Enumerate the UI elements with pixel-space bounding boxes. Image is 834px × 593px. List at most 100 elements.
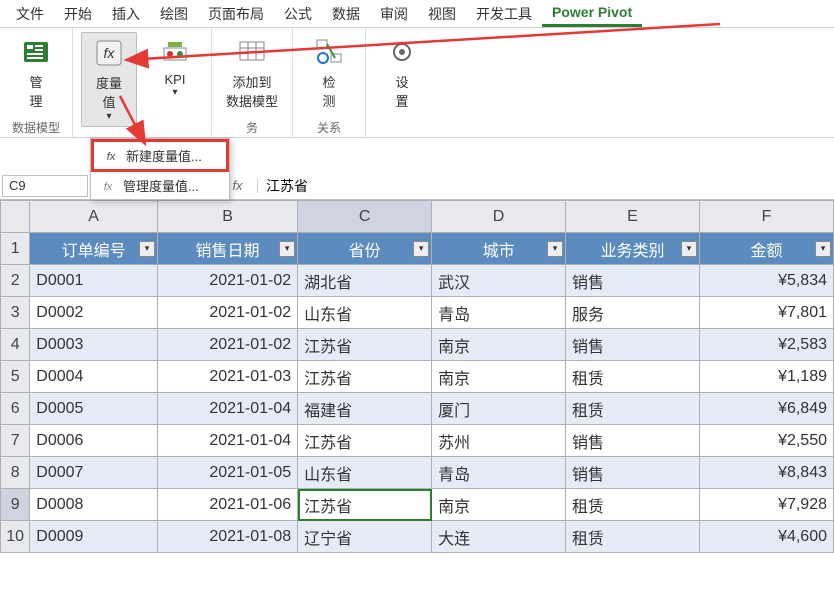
row-header[interactable]: 7 [1, 425, 30, 457]
row-header[interactable]: 9 [1, 489, 30, 521]
row-header[interactable]: 5 [1, 361, 30, 393]
header-city[interactable]: 城市▾ [432, 233, 566, 265]
col-header-C[interactable]: C [298, 201, 432, 233]
cell-order-id[interactable]: D0003 [30, 329, 158, 361]
cell-order-id[interactable]: D0004 [30, 361, 158, 393]
new-measure-item[interactable]: fx 新建度量值... [91, 139, 229, 172]
cell-type[interactable]: 销售 [566, 265, 700, 297]
col-header-B[interactable]: B [157, 201, 297, 233]
cell-city[interactable]: 厦门 [432, 393, 566, 425]
cell-type[interactable]: 服务 [566, 297, 700, 329]
kpi-button[interactable]: KPI ▾ [147, 32, 203, 102]
cell-province[interactable]: 山东省 [298, 457, 432, 489]
header-biz-type[interactable]: 业务类别▾ [566, 233, 700, 265]
menu-page-layout[interactable]: 页面布局 [198, 0, 274, 28]
cell-province[interactable]: 辽宁省 [298, 521, 432, 553]
cell-amount[interactable]: ¥7,928 [699, 489, 833, 521]
add-to-model-button[interactable]: 添加到 数据模型 [220, 32, 284, 114]
cell-province[interactable]: 湖北省 [298, 265, 432, 297]
col-header-E[interactable]: E [566, 201, 700, 233]
filter-icon[interactable]: ▾ [547, 241, 563, 257]
cell-date[interactable]: 2021-01-08 [157, 521, 297, 553]
menu-review[interactable]: 审阅 [370, 0, 418, 28]
cell-amount[interactable]: ¥6,849 [699, 393, 833, 425]
cell-city[interactable]: 南京 [432, 489, 566, 521]
cell-order-id[interactable]: D0005 [30, 393, 158, 425]
cell-date[interactable]: 2021-01-04 [157, 425, 297, 457]
cell-date[interactable]: 2021-01-04 [157, 393, 297, 425]
cell-type[interactable]: 租赁 [566, 393, 700, 425]
formula-input[interactable] [258, 175, 834, 197]
cell-type[interactable]: 销售 [566, 425, 700, 457]
row-header[interactable]: 6 [1, 393, 30, 425]
menu-developer[interactable]: 开发工具 [466, 0, 542, 28]
cell-date[interactable]: 2021-01-02 [157, 265, 297, 297]
row-header[interactable]: 3 [1, 297, 30, 329]
cell-order-id[interactable]: D0001 [30, 265, 158, 297]
cell-province[interactable]: 江苏省 [298, 489, 432, 521]
cell-date[interactable]: 2021-01-05 [157, 457, 297, 489]
header-order-id[interactable]: 订单编号▾ [30, 233, 158, 265]
measure-button[interactable]: fx 度量 值 ▾ [81, 32, 137, 127]
row-header-1[interactable]: 1 [1, 233, 30, 265]
menu-power-pivot[interactable]: Power Pivot [542, 0, 642, 27]
cell-order-id[interactable]: D0009 [30, 521, 158, 553]
filter-icon[interactable]: ▾ [681, 241, 697, 257]
cell-province[interactable]: 江苏省 [298, 425, 432, 457]
col-header-A[interactable]: A [30, 201, 158, 233]
cell-province[interactable]: 江苏省 [298, 329, 432, 361]
cell-province[interactable]: 江苏省 [298, 361, 432, 393]
col-header-D[interactable]: D [432, 201, 566, 233]
cell-amount[interactable]: ¥4,600 [699, 521, 833, 553]
row-header[interactable]: 4 [1, 329, 30, 361]
cell-province[interactable]: 山东省 [298, 297, 432, 329]
cell-type[interactable]: 销售 [566, 329, 700, 361]
cell-date[interactable]: 2021-01-03 [157, 361, 297, 393]
cell-city[interactable]: 南京 [432, 329, 566, 361]
cell-city[interactable]: 苏州 [432, 425, 566, 457]
cell-type[interactable]: 租赁 [566, 521, 700, 553]
row-header[interactable]: 10 [1, 521, 30, 553]
cell-province[interactable]: 福建省 [298, 393, 432, 425]
filter-icon[interactable]: ▾ [413, 241, 429, 257]
cell-type[interactable]: 租赁 [566, 361, 700, 393]
detect-button[interactable]: 检 测 [301, 32, 357, 114]
cell-city[interactable]: 南京 [432, 361, 566, 393]
name-box[interactable]: C9 [2, 175, 88, 197]
cell-city[interactable]: 武汉 [432, 265, 566, 297]
filter-icon[interactable]: ▾ [279, 241, 295, 257]
row-header[interactable]: 8 [1, 457, 30, 489]
cell-date[interactable]: 2021-01-02 [157, 297, 297, 329]
manage-measure-item[interactable]: fx 管理度量值... [91, 172, 229, 199]
row-header[interactable]: 2 [1, 265, 30, 297]
filter-icon[interactable]: ▾ [815, 241, 831, 257]
cell-order-id[interactable]: D0007 [30, 457, 158, 489]
cell-order-id[interactable]: D0006 [30, 425, 158, 457]
cell-order-id[interactable]: D0008 [30, 489, 158, 521]
header-province[interactable]: 省份▾ [298, 233, 432, 265]
cell-type[interactable]: 租赁 [566, 489, 700, 521]
menu-draw[interactable]: 绘图 [150, 0, 198, 28]
manage-button[interactable]: 管 理 [8, 32, 64, 114]
cell-type[interactable]: 销售 [566, 457, 700, 489]
col-header-F[interactable]: F [699, 201, 833, 233]
cell-city[interactable]: 大连 [432, 521, 566, 553]
menu-file[interactable]: 文件 [6, 0, 54, 28]
menu-view[interactable]: 视图 [418, 0, 466, 28]
cell-amount[interactable]: ¥2,583 [699, 329, 833, 361]
cell-amount[interactable]: ¥2,550 [699, 425, 833, 457]
menu-formulas[interactable]: 公式 [274, 0, 322, 28]
cell-amount[interactable]: ¥5,834 [699, 265, 833, 297]
cell-order-id[interactable]: D0002 [30, 297, 158, 329]
select-all-corner[interactable] [1, 201, 30, 233]
cell-date[interactable]: 2021-01-02 [157, 329, 297, 361]
header-amount[interactable]: 金额▾ [699, 233, 833, 265]
filter-icon[interactable]: ▾ [139, 241, 155, 257]
settings-button[interactable]: 设 置 [374, 32, 430, 114]
cell-amount[interactable]: ¥7,801 [699, 297, 833, 329]
cell-amount[interactable]: ¥8,843 [699, 457, 833, 489]
cell-date[interactable]: 2021-01-06 [157, 489, 297, 521]
menu-data[interactable]: 数据 [322, 0, 370, 28]
cell-city[interactable]: 青岛 [432, 457, 566, 489]
cell-amount[interactable]: ¥1,189 [699, 361, 833, 393]
